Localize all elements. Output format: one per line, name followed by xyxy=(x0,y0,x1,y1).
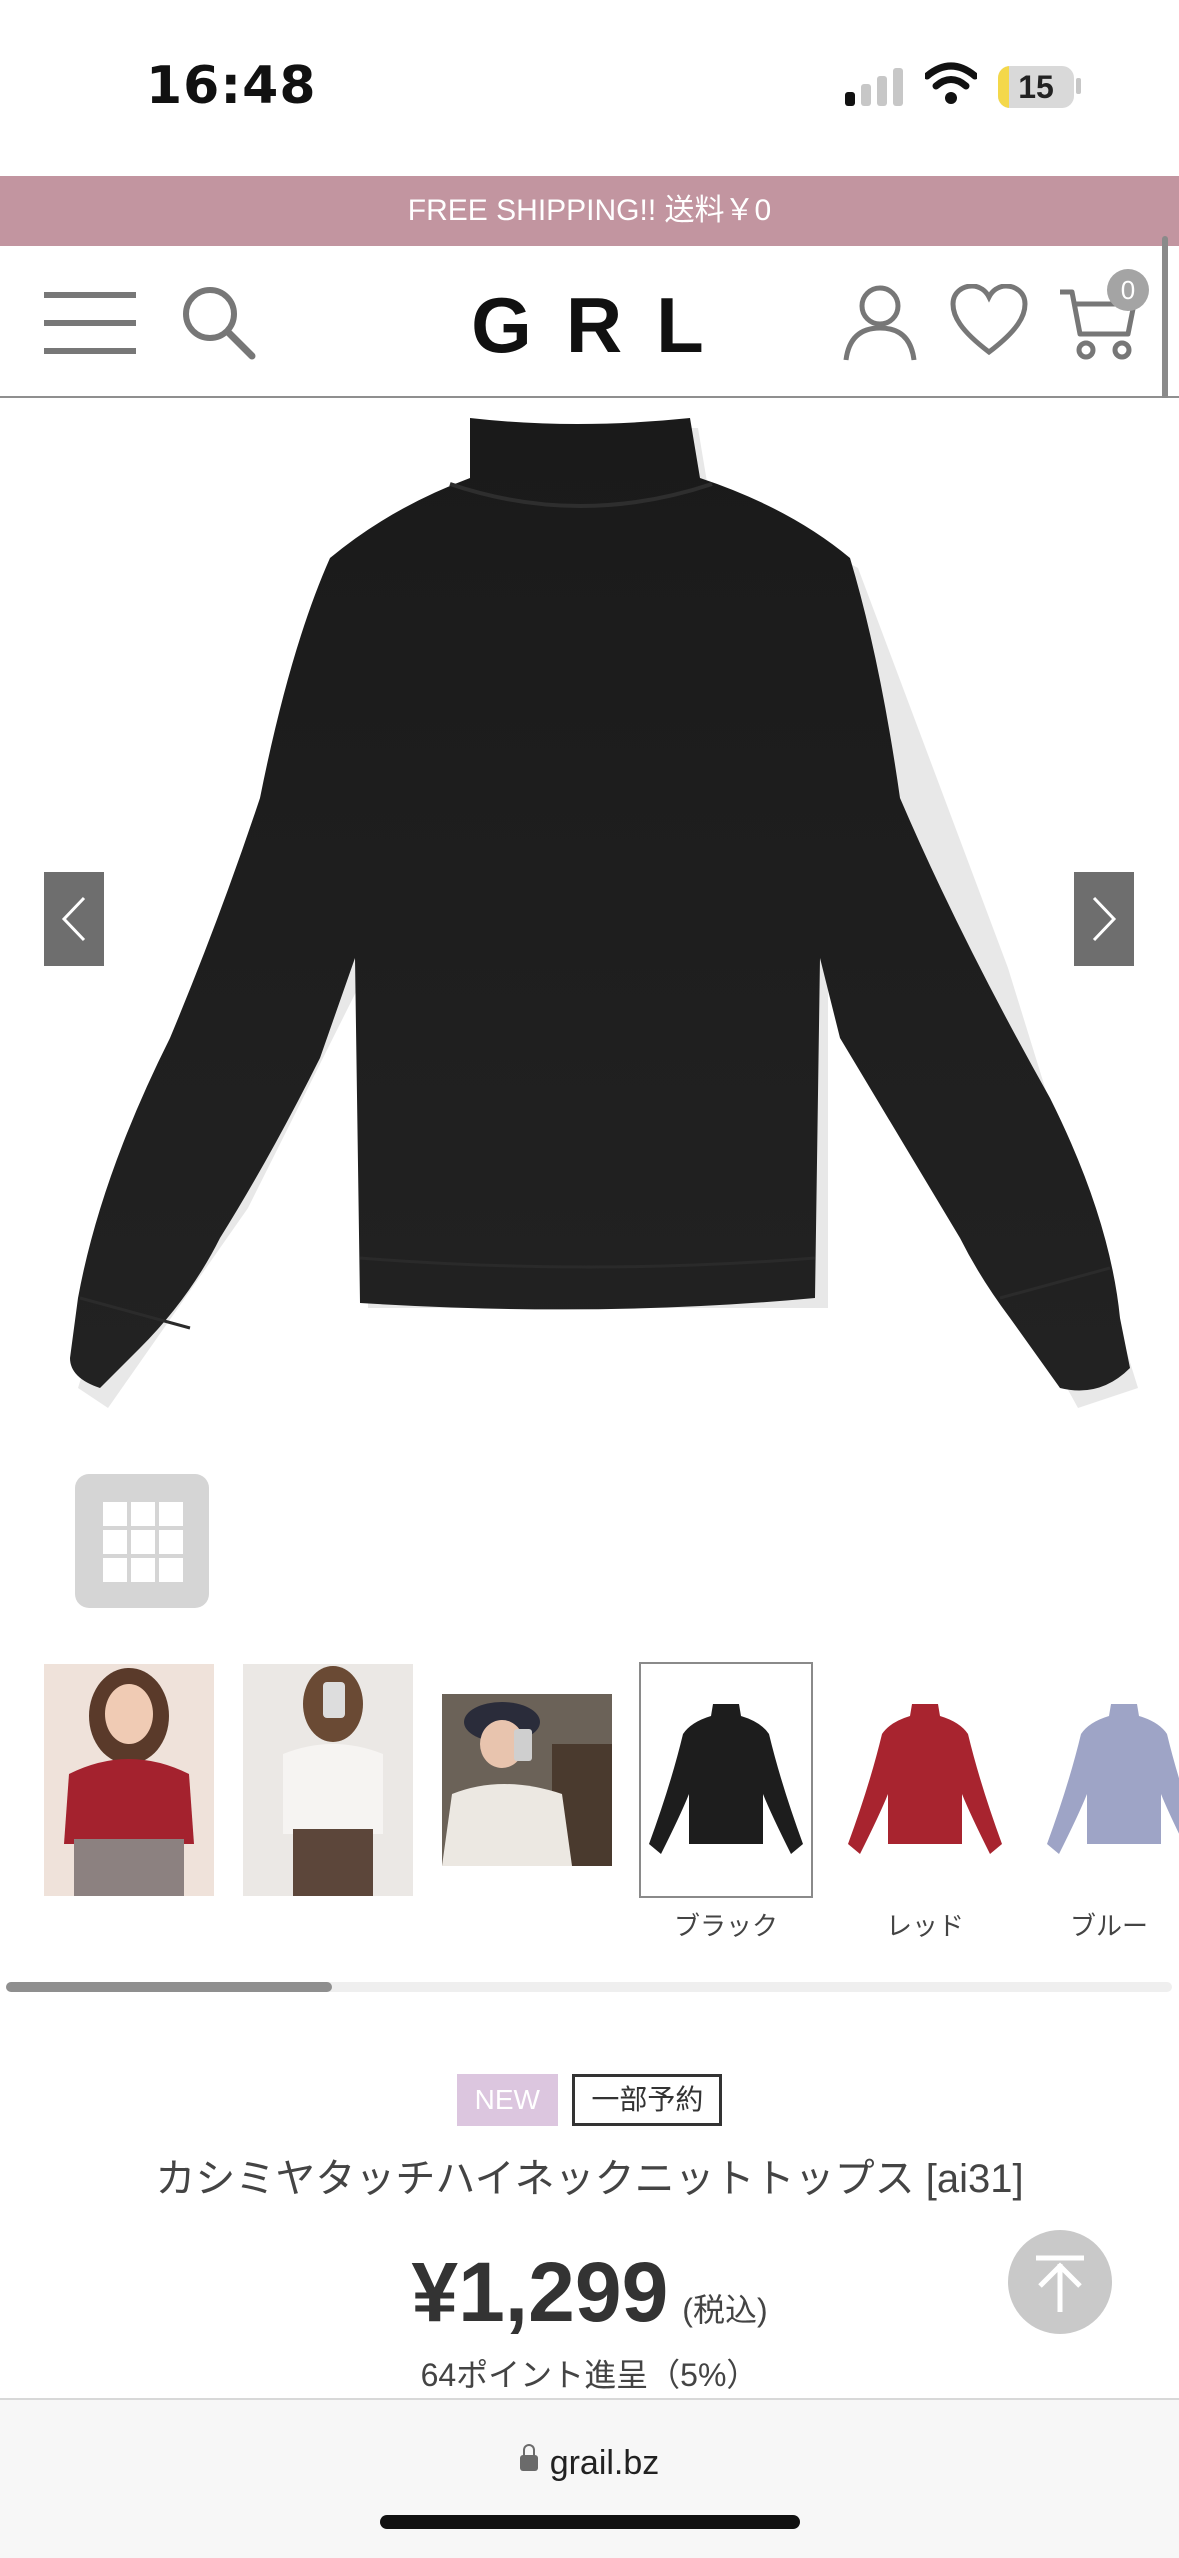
site-header: GRL xyxy=(0,246,1179,398)
home-indicator[interactable] xyxy=(380,2515,800,2529)
product-main-image[interactable] xyxy=(0,398,1179,1428)
gallery-grid-button[interactable] xyxy=(75,1474,209,1608)
product-title: カシミヤタッチハイネックニットトップス [ai31] xyxy=(155,2157,1024,2201)
thumbnail-model-red[interactable] xyxy=(44,1664,214,1896)
status-bar: 16:48 15 xyxy=(0,0,1179,176)
lock-icon xyxy=(519,2444,538,2472)
url-text: grail.bz xyxy=(549,2444,660,2482)
back-to-top-button[interactable] xyxy=(1008,2230,1112,2334)
cart-count-badge: 0 xyxy=(1107,269,1149,311)
battery-cap xyxy=(1076,78,1081,94)
shipping-banner[interactable]: FREE SHIPPING!! 送料￥0 xyxy=(0,176,1179,246)
browser-url-bar[interactable]: grail.bz xyxy=(0,2398,1179,2558)
heart-icon[interactable] xyxy=(950,284,1028,356)
signal-icon xyxy=(845,66,905,106)
sweater-image xyxy=(70,418,1138,1408)
preorder-badge: 一部予約 xyxy=(572,2074,723,2126)
thumbnail-scroll-thumb[interactable] xyxy=(6,1982,332,1992)
prev-image-button[interactable] xyxy=(44,872,104,966)
battery-level: 15 xyxy=(1018,69,1054,105)
points-info: 64ポイント進呈（5%） xyxy=(420,2357,759,2393)
chevron-left-icon xyxy=(61,896,86,942)
thumbnail-label-red: レッド xyxy=(885,1911,964,1941)
product-badges: NEW 一部予約 xyxy=(0,2074,1179,2126)
battery-icon: 15 xyxy=(998,66,1074,108)
thumbnail-blue[interactable] xyxy=(1039,1664,1179,1896)
grid-icon xyxy=(103,1502,183,1582)
thumbnail-label-blue: ブルー xyxy=(1069,1911,1148,1941)
next-image-button[interactable] xyxy=(1074,872,1134,966)
price-row: ¥1,299 (税込) xyxy=(0,2244,1179,2341)
tax-label: (税込) xyxy=(682,2292,768,2328)
status-time: 16:48 xyxy=(146,56,317,116)
user-icon[interactable] xyxy=(842,282,918,362)
chevron-right-icon xyxy=(1092,896,1117,942)
thumbnail-label-black: ブラック xyxy=(673,1911,778,1941)
new-badge: NEW xyxy=(456,2074,558,2126)
arrow-up-icon xyxy=(1036,2255,1084,2312)
thumbnail-model-hat[interactable] xyxy=(442,1694,612,1866)
thumbnail-red[interactable] xyxy=(840,1664,1010,1896)
wifi-icon xyxy=(925,62,977,104)
product-price: ¥1,299 xyxy=(411,2245,669,2339)
url-field[interactable]: grail.bz xyxy=(0,2444,1179,2483)
thumbnail-black[interactable] xyxy=(639,1662,813,1898)
thumbnail-model-white[interactable] xyxy=(243,1664,413,1896)
